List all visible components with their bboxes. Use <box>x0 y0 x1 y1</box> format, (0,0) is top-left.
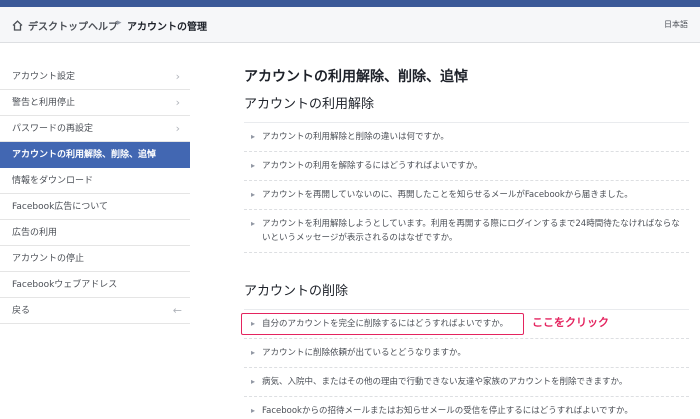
bullet-arrow-icon: ▸ <box>251 190 256 199</box>
bullet-arrow-icon: ▸ <box>251 161 256 170</box>
question-text: アカウントの利用解除と削除の違いは何ですか。 <box>262 132 449 142</box>
question-link[interactable]: ▸ 病気、入院中、またはその他の理由で行動できない友達や家族のアカウントを削除で… <box>244 368 689 397</box>
question-text: アカウントを利用解除しようとしています。利用を再開する際にログインするまで24時… <box>262 219 680 243</box>
breadcrumb: デスクトップヘルプ ▸ アカウントの管理 日本語 <box>0 7 700 43</box>
bullet-arrow-icon: ▸ <box>251 319 256 328</box>
sidebar-item-password-reset[interactable]: パスワードの再設定 › <box>0 116 190 142</box>
section-title-deactivate: アカウントの利用解除 <box>244 97 375 112</box>
breadcrumb-home-link[interactable]: デスクトップヘルプ <box>28 18 118 33</box>
question-link[interactable]: ▸ アカウントを利用解除しようとしています。利用を再開する際にログインするまで2… <box>244 210 689 253</box>
sidebar-item-label: 警告と利用停止 <box>12 98 76 108</box>
home-icon[interactable] <box>12 20 23 31</box>
question-link-permanent-delete[interactable]: ▸ 自分のアカウントを完全に削除するにはどうすればよいですか。 ここをクリック <box>241 310 689 339</box>
sidebar-item-account-suspension[interactable]: アカウントの停止 <box>0 246 190 272</box>
bullet-arrow-icon: ▸ <box>251 132 256 141</box>
question-link[interactable]: ▸ アカウントを再開していないのに、再開したことを知らせるメールがFaceboo… <box>244 181 689 210</box>
page-title: アカウントの利用解除、削除、追悼 <box>244 69 468 85</box>
question-text: アカウントに削除依頼が出ているとどうなりますか。 <box>262 348 466 358</box>
sidebar-item-label: Facebook広告について <box>12 202 109 212</box>
sidebar-item-about-ads[interactable]: Facebook広告について <box>0 194 190 220</box>
section-title-delete: アカウントの削除 <box>244 284 349 299</box>
sidebar-item-warnings[interactable]: 警告と利用停止 › <box>0 90 190 116</box>
sidebar-item-label: 広告の利用 <box>12 228 58 238</box>
question-link[interactable]: ▸ Facebookからの招待メールまたはお知らせメールの受信を停止するにはどう… <box>244 397 689 419</box>
chevron-right-icon: › <box>175 122 180 135</box>
sidebar-item-deactivate-delete[interactable]: アカウントの利用解除、削除、追悼 <box>0 142 190 168</box>
sidebar-item-label: アカウントの利用解除、削除、追悼 <box>12 150 157 160</box>
question-list-delete: ▸ 自分のアカウントを完全に削除するにはどうすればよいですか。 ここをクリック … <box>241 309 689 419</box>
sidebar-item-label: アカウントの停止 <box>12 254 85 264</box>
question-text: 自分のアカウントを完全に削除するにはどうすればよいですか。 <box>262 319 509 329</box>
sidebar-item-label: Facebookウェブアドレス <box>12 280 118 290</box>
sidebar-item-label: 戻る <box>12 306 31 316</box>
bullet-arrow-icon: ▸ <box>251 219 256 228</box>
question-text: アカウントを再開していないのに、再開したことを知らせるメールがFacebookか… <box>262 190 633 200</box>
sidebar-item-back[interactable]: 戻る ← <box>0 298 190 324</box>
sidebar-item-download-info[interactable]: 情報をダウンロード <box>0 168 190 194</box>
sidebar-item-label: アカウント設定 <box>12 72 76 82</box>
sidebar-item-label: 情報をダウンロード <box>12 176 94 186</box>
back-arrow-icon: ← <box>172 304 182 317</box>
breadcrumb-separator-icon: ▸ <box>117 18 122 28</box>
question-link[interactable]: ▸ アカウントに削除依頼が出ているとどうなりますか。 <box>244 339 689 368</box>
click-here-annotation: ここをクリック <box>532 316 609 329</box>
bullet-arrow-icon: ▸ <box>251 348 256 357</box>
main-content: アカウントの利用解除、削除、追悼 アカウントの利用解除 ▸ アカウントの利用解除… <box>241 64 689 419</box>
bullet-arrow-icon: ▸ <box>251 377 256 386</box>
chevron-right-icon: › <box>175 70 180 83</box>
top-brand-bar <box>0 0 700 7</box>
question-list-deactivate: ▸ アカウントの利用解除と削除の違いは何ですか。 ▸ アカウントの利用を解除する… <box>244 122 689 253</box>
question-text: アカウントの利用を解除するにはどうすればよいですか。 <box>262 161 483 171</box>
sidebar-item-ad-usage[interactable]: 広告の利用 <box>0 220 190 246</box>
question-link[interactable]: ▸ アカウントの利用を解除するにはどうすればよいですか。 <box>244 152 689 181</box>
sidebar-nav: アカウント設定 › 警告と利用停止 › パスワードの再設定 › アカウントの利用… <box>0 64 190 324</box>
language-selector[interactable]: 日本語 <box>664 19 688 30</box>
question-link[interactable]: ▸ アカウントの利用解除と削除の違いは何ですか。 <box>244 123 689 152</box>
question-text: Facebookからの招待メールまたはお知らせメールの受信を停止するにはどうすれ… <box>262 406 633 416</box>
breadcrumb-current-page[interactable]: アカウントの管理 <box>127 18 207 33</box>
chevron-right-icon: › <box>175 96 180 109</box>
bullet-arrow-icon: ▸ <box>251 406 256 415</box>
sidebar-item-account-settings[interactable]: アカウント設定 › <box>0 64 190 90</box>
question-text: 病気、入院中、またはその他の理由で行動できない友達や家族のアカウントを削除できま… <box>262 377 628 387</box>
sidebar-item-web-address[interactable]: Facebookウェブアドレス <box>0 272 190 298</box>
sidebar-item-label: パスワードの再設定 <box>12 124 94 134</box>
